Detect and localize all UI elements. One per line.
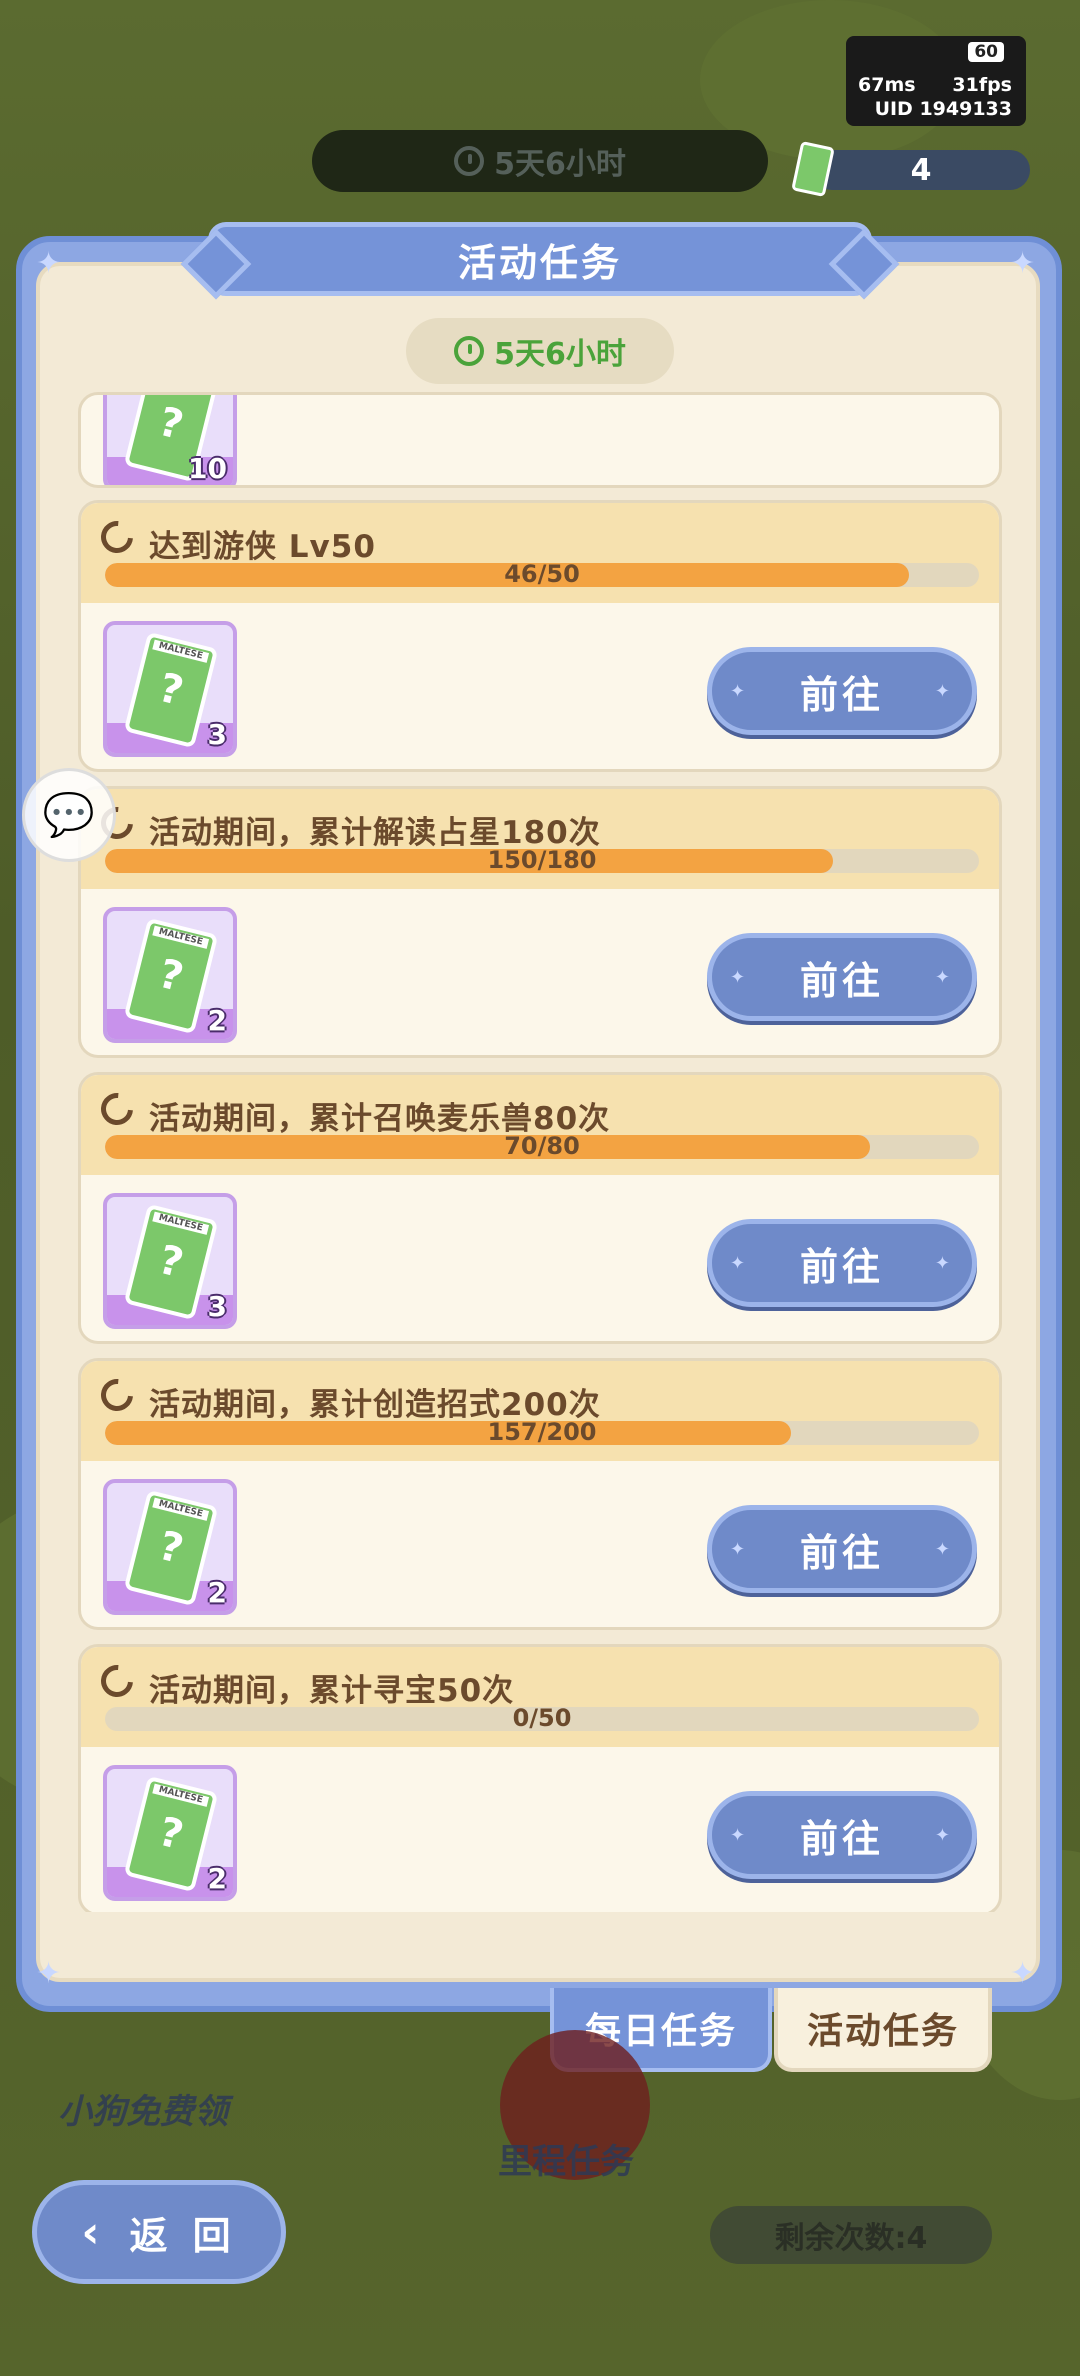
- mystery-card-icon: MALTESE?: [123, 917, 219, 1035]
- reward-item[interactable]: MALTESE? 2: [103, 1765, 237, 1901]
- progress-text: 150/180: [487, 846, 597, 874]
- reward-count: 3: [207, 1290, 227, 1323]
- uid-text: UID 1949133: [874, 98, 1012, 120]
- task-list[interactable]: ? 10 达到游侠 Lv50 46/50 MALTESE? 3 前往 活动期间，…: [78, 392, 1002, 1912]
- clock-icon: [454, 336, 485, 366]
- top-timer: 5天6小时: [312, 130, 768, 192]
- top-timer-text: 5天6小时: [494, 147, 626, 182]
- reward-item[interactable]: ? 10: [103, 395, 237, 485]
- ping-text: 67ms: [858, 74, 916, 96]
- reward-count: 2: [207, 1576, 227, 1609]
- free-dog-label[interactable]: 小狗免费领: [58, 2084, 228, 2133]
- go-button[interactable]: 前往: [707, 1219, 977, 1307]
- performance-overlay: 60 67ms 31fps UID 1949133: [846, 36, 1026, 126]
- moon-icon: [94, 514, 140, 560]
- reward-count: 2: [207, 1004, 227, 1037]
- remaining-count: 剩余次数:4: [710, 2206, 992, 2264]
- panel-title-text: 活动任务: [457, 240, 622, 285]
- reward-count: 10: [188, 452, 227, 485]
- task-card: 活动期间，累计召唤麦乐兽80次 70/80 MALTESE? 3 前往: [78, 1072, 1002, 1344]
- task-card: 活动期间，累计寻宝50次 0/50 MALTESE? 2 前往: [78, 1644, 1002, 1912]
- task-header: 活动期间，累计寻宝50次 0/50: [81, 1647, 999, 1747]
- progress-text: 157/200: [487, 1418, 597, 1446]
- mystery-card-icon: MALTESE?: [123, 1489, 219, 1607]
- task-header: 活动期间，累计召唤麦乐兽80次 70/80: [81, 1075, 999, 1175]
- sparkle-icon: ✦: [1010, 1956, 1036, 1991]
- back-button[interactable]: ‹ 返 回: [32, 2180, 286, 2284]
- go-button[interactable]: 前往: [707, 933, 977, 1021]
- mystery-card-icon: MALTESE?: [123, 1203, 219, 1321]
- reward-item[interactable]: MALTESE? 2: [103, 1479, 237, 1615]
- card-label: MALTESE: [152, 1497, 210, 1521]
- reward-item[interactable]: MALTESE? 2: [103, 907, 237, 1043]
- card-label: MALTESE: [152, 1211, 210, 1235]
- moon-icon: [94, 1372, 140, 1418]
- go-button[interactable]: 前往: [707, 1505, 977, 1593]
- reward-count: 3: [207, 718, 227, 751]
- progress-text: 0/50: [512, 1704, 572, 1732]
- battery-icon: 60: [968, 42, 1004, 62]
- ticket-counter: 4: [812, 150, 1030, 190]
- progress-text: 46/50: [504, 560, 580, 588]
- ticket-count: 4: [910, 152, 932, 188]
- back-arrow-icon: ‹: [81, 2206, 106, 2258]
- sparkle-icon: ✦: [36, 246, 62, 281]
- panel-timer-text: 5天6小时: [494, 337, 626, 372]
- moon-icon: [94, 1086, 140, 1132]
- task-header: 活动期间，累计创造招式200次 157/200: [81, 1361, 999, 1461]
- card-label: MALTESE: [152, 1783, 210, 1807]
- reward-item[interactable]: MALTESE? 3: [103, 1193, 237, 1329]
- panel-timer: 5天6小时: [406, 318, 674, 384]
- mystery-card-icon: MALTESE?: [123, 631, 219, 749]
- task-card: 达到游侠 Lv50 46/50 MALTESE? 3 前往: [78, 500, 1002, 772]
- reward-item[interactable]: MALTESE? 3: [103, 621, 237, 757]
- task-header: 达到游侠 Lv50 46/50: [81, 503, 999, 603]
- chat-icon[interactable]: 💬: [22, 768, 116, 862]
- task-card: 活动期间，累计创造招式200次 157/200 MALTESE? 2 前往: [78, 1358, 1002, 1630]
- task-card: 活动期间，累计解读占星180次 150/180 MALTESE? 2 前往: [78, 786, 1002, 1058]
- mystery-card-icon: MALTESE?: [123, 1775, 219, 1893]
- mileage-label[interactable]: 里程任务: [498, 2134, 634, 2183]
- clock-icon: [454, 146, 485, 176]
- panel-title: 活动任务: [208, 222, 872, 296]
- card-label: MALTESE: [152, 925, 210, 949]
- sparkle-icon: ✦: [36, 1956, 62, 1991]
- task-card-partial: ? 10: [78, 392, 1002, 488]
- fps-text: 31fps: [952, 74, 1012, 96]
- moon-icon: [94, 1658, 140, 1704]
- reward-count: 2: [207, 1862, 227, 1895]
- back-label: 返 回: [129, 2213, 237, 2258]
- task-header: 活动期间，累计解读占星180次 150/180: [81, 789, 999, 889]
- tab-event-tasks[interactable]: 活动任务: [774, 1988, 992, 2072]
- progress-text: 70/80: [504, 1132, 580, 1160]
- card-label: MALTESE: [152, 639, 210, 663]
- sparkle-icon: ✦: [1010, 246, 1036, 281]
- go-button[interactable]: 前往: [707, 1791, 977, 1879]
- go-button[interactable]: 前往: [707, 647, 977, 735]
